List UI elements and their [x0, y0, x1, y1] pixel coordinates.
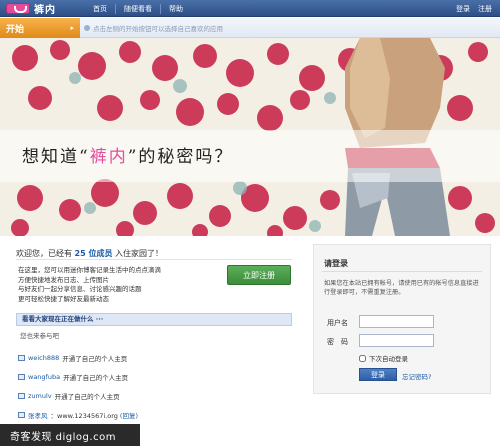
- feed-text: 开通了自己的个人主页: [63, 373, 129, 382]
- nav-browse-link[interactable]: 随便看看: [116, 3, 161, 14]
- remember-me-label: 下次自动登录: [369, 355, 408, 363]
- welcome-message: 欢迎您，已经有 25 位成员 入住家园了！: [16, 248, 163, 259]
- forgot-password-link[interactable]: 忘记密码?: [402, 371, 431, 381]
- info-icon: [84, 25, 90, 31]
- nav-help-link[interactable]: 帮助: [161, 4, 191, 14]
- list-item: wangfuba 开通了自己的个人主页: [18, 367, 294, 386]
- nav-home-link[interactable]: 首页: [85, 3, 116, 14]
- main-nav: 首页 随便看看 帮助: [85, 3, 191, 14]
- top-navbar: 裤内 首页 随便看看 帮助 登录 注册: [0, 0, 500, 17]
- password-label: 密 码: [327, 338, 348, 346]
- brand-name: 裤内: [34, 5, 56, 16]
- register-now-button[interactable]: 立即注册: [227, 265, 291, 285]
- list-item: 张孝风 ：www.1234567i.org (回复): [18, 405, 294, 424]
- reply-link[interactable]: (回复): [120, 410, 138, 420]
- banner-slogan: 想知道“裤内”的秘密吗？: [22, 142, 233, 167]
- divider: [16, 259, 292, 260]
- intro-line-2: 方便快捷地发布日志、上传图片: [18, 275, 109, 284]
- login-title: 请登录: [324, 259, 348, 268]
- underwear-logo-icon: [6, 3, 30, 14]
- username-input[interactable]: [359, 315, 434, 328]
- feed-text: 开通了自己的个人主页: [62, 354, 128, 363]
- divider: [322, 271, 482, 272]
- remember-me[interactable]: 下次自动登录: [359, 353, 408, 363]
- brand[interactable]: 裤内: [6, 2, 56, 16]
- member-count[interactable]: 25 位成员: [75, 249, 113, 258]
- welcome-post: 入住家园了！: [115, 249, 164, 258]
- login-description: 如果您在本站已拥有帐号，请使用已有的帐号信息直接进行登录即可，不需重复注册。: [324, 280, 479, 296]
- start-bar: 开始 ▸ 点击左侧的开始按钮可以选择自己喜欢的应用: [0, 18, 500, 38]
- feed-text: ：www.1234567i.org: [50, 411, 118, 420]
- feed-user[interactable]: zumulv: [28, 392, 52, 400]
- homepage-icon: [18, 354, 25, 361]
- activity-feed: weich888 开通了自己的个人主页 wangfuba 开通了自己的个人主页 …: [18, 348, 294, 424]
- feed-text: 开通了自己的个人主页: [54, 392, 120, 401]
- start-label: 开始: [6, 24, 25, 35]
- hero-banner: 想知道“裤内”的秘密吗？: [0, 38, 500, 236]
- password-input[interactable]: [359, 334, 434, 347]
- activity-heading: 看看大家现在正在做什么 ···: [16, 313, 292, 326]
- register-link[interactable]: 注册: [478, 4, 492, 14]
- chevron-right-icon: ▸: [70, 24, 74, 32]
- start-hint: 点击左侧的开始按钮可以选择自己喜欢的应用: [84, 23, 223, 33]
- welcome-pre: 欢迎您，已经有: [16, 249, 72, 258]
- feed-user[interactable]: weich888: [28, 354, 59, 362]
- login-link[interactable]: 登录: [456, 4, 470, 14]
- intro-line-1: 在这里，您可以用迷你博客记录生活中的点点滴滴: [18, 266, 161, 274]
- list-item: weich888 开通了自己的个人主页: [18, 348, 294, 367]
- homepage-icon: [18, 392, 25, 399]
- intro-line-4: 更可轻松快捷了解好友最新动态: [18, 294, 109, 303]
- auth-links: 登录 注册: [456, 3, 492, 14]
- site-intro: 在这里，您可以用迷你博客记录生活中的点点滴滴 方便快捷地发布日志、上传图片 与好…: [18, 266, 218, 304]
- slogan-highlight: 裤内: [89, 147, 128, 167]
- start-hint-text: 点击左侧的开始按钮可以选择自己喜欢的应用: [93, 25, 223, 33]
- feed-user[interactable]: wangfuba: [28, 373, 60, 381]
- status-icon: [18, 411, 25, 418]
- login-panel: 请登录 如果您在本站已拥有帐号，请使用已有的帐号信息直接进行登录即可，不需重复注…: [313, 244, 491, 394]
- slogan-post: ”的秘密吗？: [127, 147, 234, 167]
- feed-user[interactable]: 张孝风: [28, 410, 48, 420]
- start-button[interactable]: 开始 ▸: [0, 18, 80, 38]
- login-button[interactable]: 登录: [359, 368, 397, 381]
- remember-me-checkbox[interactable]: [359, 354, 366, 362]
- list-item: zumulv 开通了自己的个人主页: [18, 386, 294, 405]
- watermark: 奇客发现 diglog.com: [0, 424, 140, 446]
- activity-subheading[interactable]: 您也来参与吧: [20, 330, 59, 340]
- slogan-pre: 想知道“: [22, 147, 90, 167]
- username-label: 用户名: [327, 319, 348, 327]
- intro-line-3: 与好友们一起分享信息、讨论感兴趣的话题: [18, 285, 142, 293]
- homepage-icon: [18, 373, 25, 380]
